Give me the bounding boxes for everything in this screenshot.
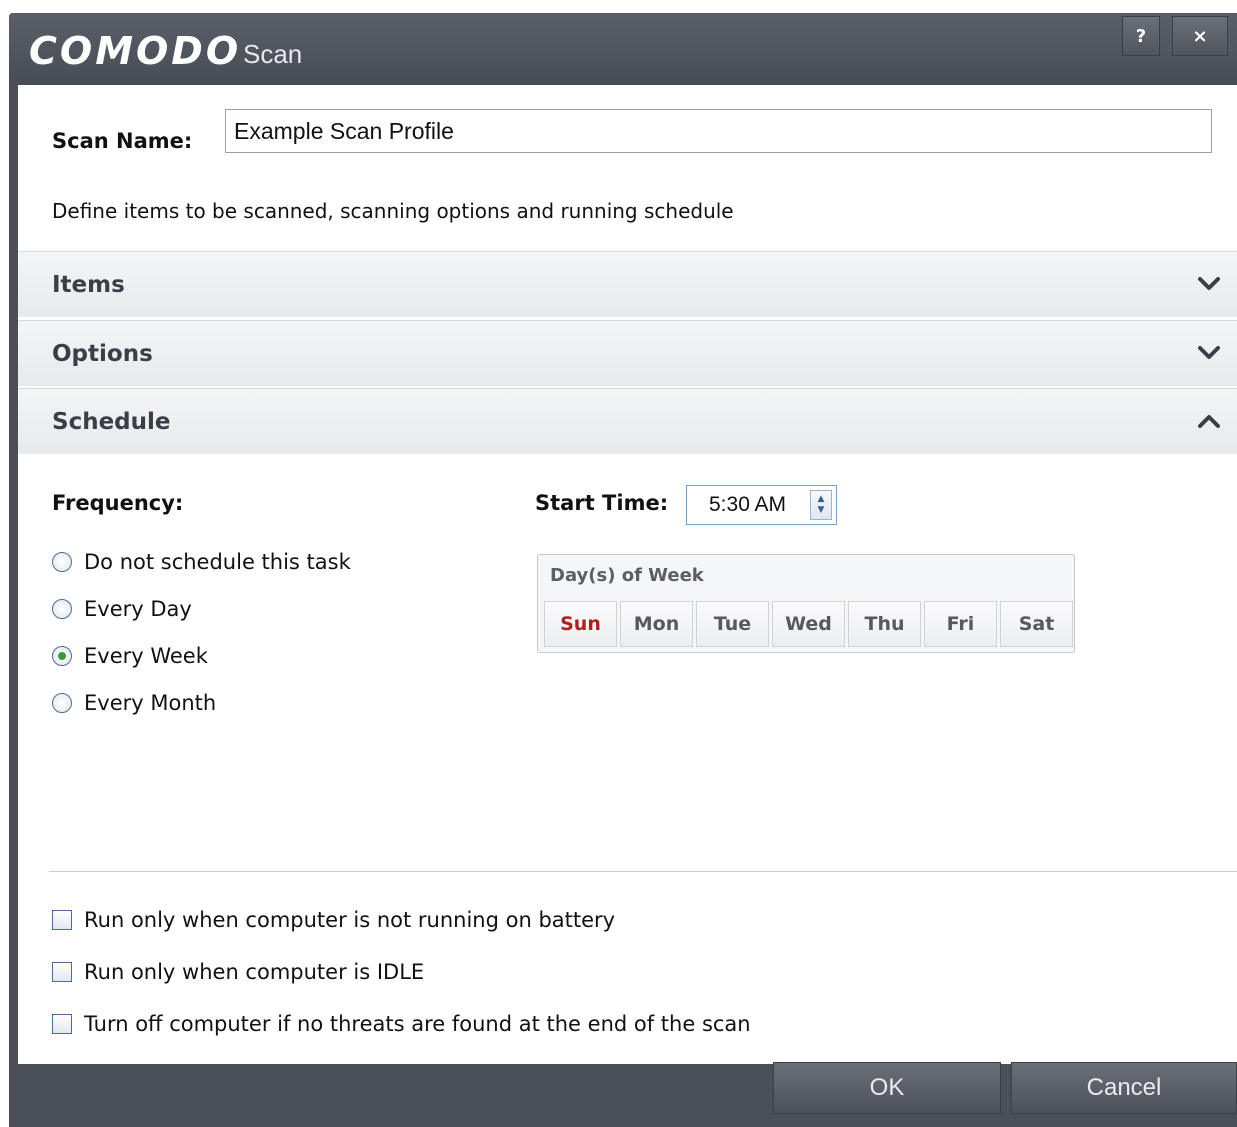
chevron-up-icon (1195, 407, 1223, 435)
day-button-thu[interactable]: Thu (848, 601, 921, 647)
radio-button[interactable] (52, 599, 72, 619)
section-items-label: Items (52, 272, 125, 298)
section-options-label: Options (52, 341, 153, 367)
checkbox-idle-row[interactable]: Run only when computer is IDLE (52, 957, 424, 987)
day-button-sat[interactable]: Sat (1000, 601, 1073, 647)
section-items-header[interactable]: Items (18, 251, 1237, 317)
radio-do-not-schedule[interactable]: Do not schedule this task (52, 547, 351, 577)
frequency-label: Frequency: (52, 491, 184, 515)
ok-button[interactable]: OK (773, 1062, 1001, 1114)
checkbox-label: Turn off computer if no threats are foun… (84, 1012, 751, 1036)
help-button[interactable]: ? (1122, 16, 1160, 56)
start-time-input[interactable]: 5:30 AM ▲ ▼ (686, 485, 837, 525)
spinner-up-icon[interactable]: ▲ (818, 494, 825, 505)
scan-dialog: COMODO Scan ? × Scan Name: Define items … (9, 13, 1237, 1127)
chevron-down-icon (1195, 339, 1223, 367)
section-options-header[interactable]: Options (18, 320, 1237, 386)
scan-name-label: Scan Name: (52, 129, 193, 153)
scan-name-input[interactable] (225, 109, 1212, 153)
section-schedule-header[interactable]: Schedule (18, 388, 1237, 454)
radio-every-month[interactable]: Every Month (52, 688, 216, 718)
radio-label: Do not schedule this task (84, 550, 351, 574)
start-time-label: Start Time: (535, 491, 669, 515)
days-of-week-panel: Day(s) of Week Sun Mon Tue Wed Thu Fri S… (537, 554, 1075, 653)
divider (49, 871, 1237, 872)
radio-label: Every Day (84, 597, 192, 621)
help-icon: ? (1135, 25, 1147, 47)
day-button-tue[interactable]: Tue (696, 601, 769, 647)
radio-label: Every Month (84, 691, 217, 715)
description-text: Define items to be scanned, scanning opt… (52, 199, 734, 223)
radio-button[interactable] (52, 552, 72, 572)
window-title: Scan (243, 39, 303, 69)
days-row: Sun Mon Tue Wed Thu Fri Sat (544, 601, 1073, 647)
radio-label: Every Week (84, 644, 208, 668)
checkbox-battery-row[interactable]: Run only when computer is not running on… (52, 905, 615, 935)
radio-button-selected[interactable] (52, 646, 72, 666)
day-button-mon[interactable]: Mon (620, 601, 693, 647)
checkbox-label: Run only when computer is IDLE (84, 960, 425, 984)
checkbox-label: Run only when computer is not running on… (84, 908, 616, 932)
checkbox[interactable] (52, 910, 72, 930)
radio-selected-dot (58, 652, 66, 660)
day-button-fri[interactable]: Fri (924, 601, 997, 647)
brand-logo: COMODO (29, 29, 242, 73)
day-button-wed[interactable]: Wed (772, 601, 845, 647)
time-spinner[interactable]: ▲ ▼ (810, 490, 832, 520)
days-of-week-title: Day(s) of Week (550, 565, 704, 586)
cancel-button[interactable]: Cancel (1011, 1062, 1237, 1114)
close-icon: × (1192, 25, 1208, 47)
start-time-value: 5:30 AM (709, 493, 787, 516)
radio-button[interactable] (52, 693, 72, 713)
title-bar[interactable]: COMODO Scan ? × (9, 13, 1237, 85)
dialog-content: Scan Name: Define items to be scanned, s… (18, 85, 1237, 1064)
chevron-down-icon (1195, 270, 1223, 298)
checkbox[interactable] (52, 962, 72, 982)
radio-every-week[interactable]: Every Week (52, 641, 208, 671)
section-schedule-label: Schedule (52, 409, 171, 435)
radio-every-day[interactable]: Every Day (52, 594, 192, 624)
checkbox-turn-off-row[interactable]: Turn off computer if no threats are foun… (52, 1009, 751, 1039)
close-button[interactable]: × (1172, 16, 1228, 56)
spinner-down-icon[interactable]: ▼ (818, 505, 825, 516)
checkbox[interactable] (52, 1014, 72, 1034)
day-button-sun[interactable]: Sun (544, 601, 617, 647)
